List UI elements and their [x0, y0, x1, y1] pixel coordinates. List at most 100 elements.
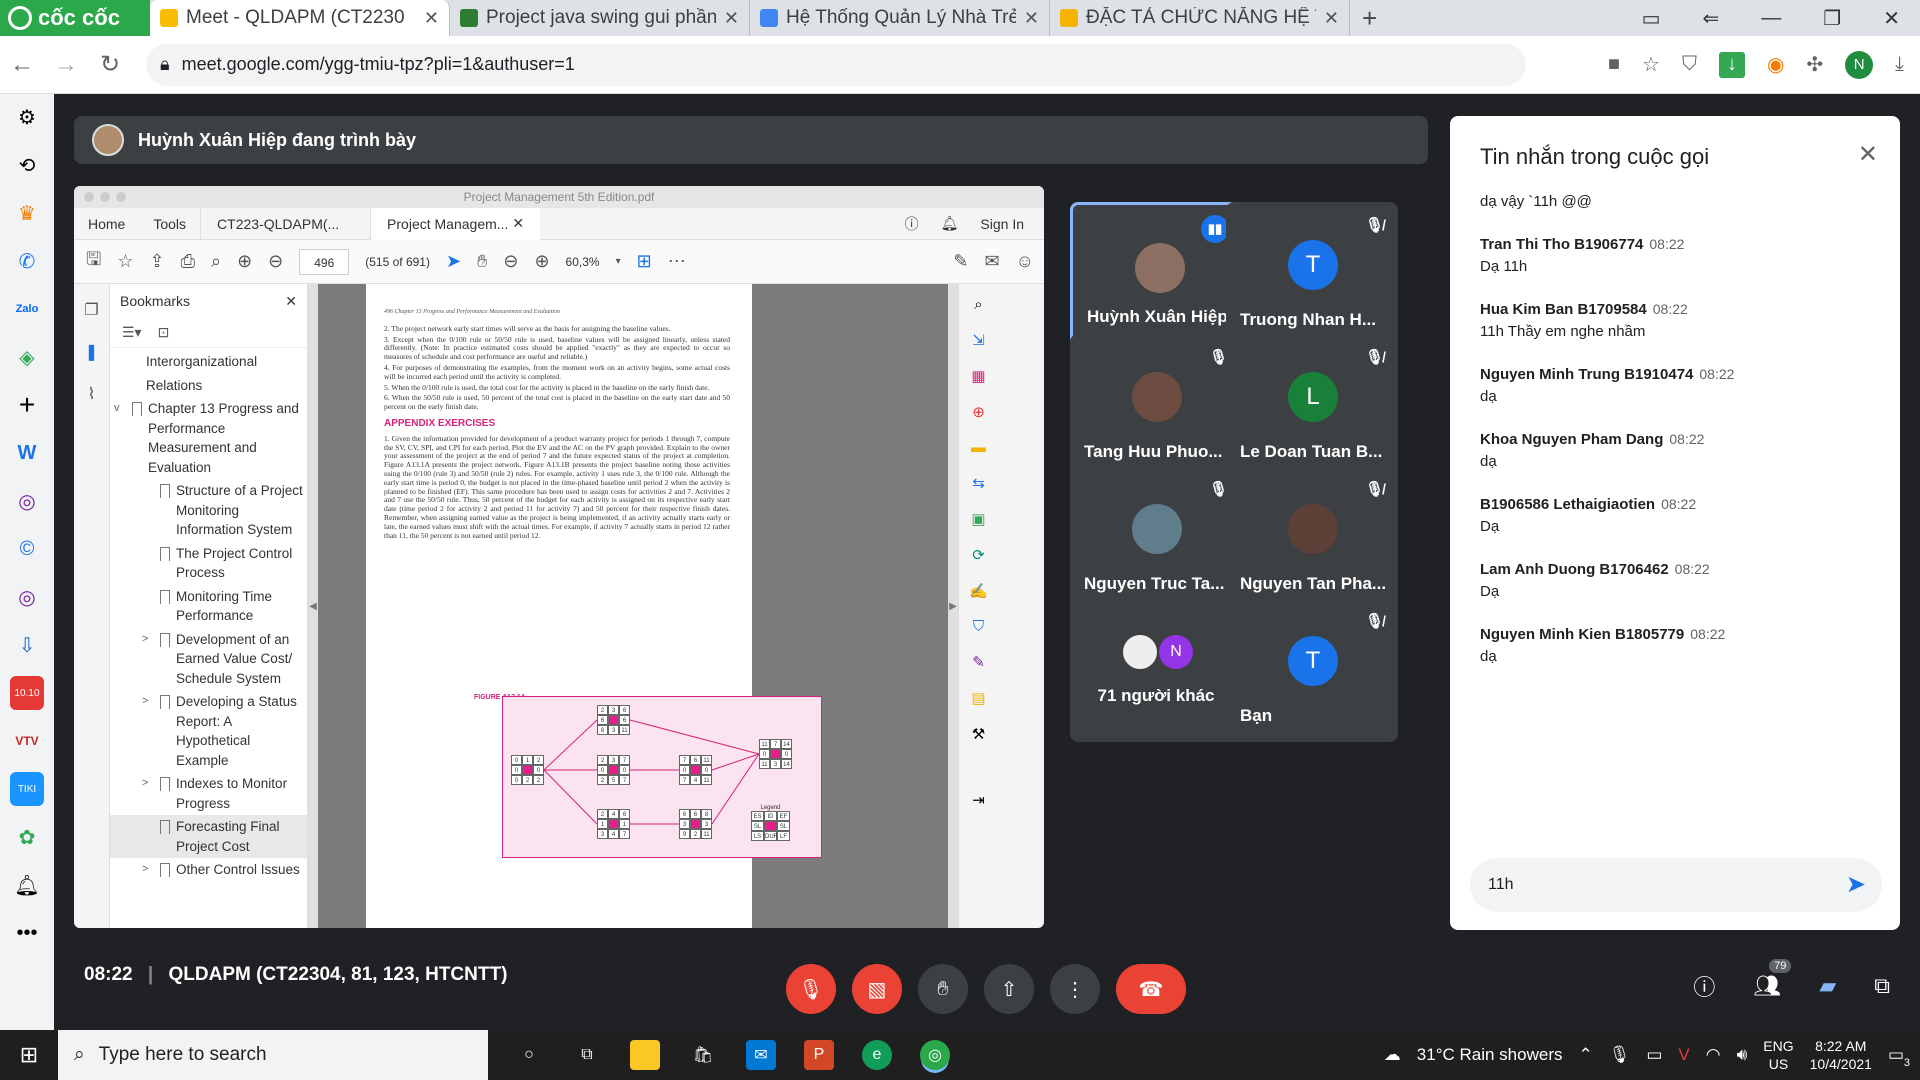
- back-icon-small[interactable]: ⇐: [1703, 6, 1720, 31]
- coccoc-extension-icon[interactable]: ◉: [1767, 52, 1784, 77]
- bookmark-item[interactable]: v Chapter 13 Progress and Performance Mea…: [110, 397, 307, 479]
- more-options-button[interactable]: ⋮: [1050, 964, 1100, 1014]
- add-bookmark-icon[interactable]: ⊡: [158, 324, 170, 341]
- export-pdf-icon[interactable]: ⇲: [972, 331, 985, 349]
- app-icon-purple-2[interactable]: ◎: [10, 580, 44, 614]
- right-splitter[interactable]: ▶: [948, 284, 958, 928]
- coccoc-menu-button[interactable]: cốc cốc: [0, 0, 150, 36]
- bookmark-item[interactable]: Monitoring Time Performance: [110, 585, 307, 628]
- participant-tile[interactable]: ▮▮ Huỳnh Xuân Hiệp: [1070, 202, 1242, 346]
- account-icon[interactable]: ☺: [1016, 251, 1044, 272]
- zoom-search-icon[interactable]: ⌕: [211, 251, 221, 272]
- bookmark-options-icon[interactable]: ☰▾: [122, 324, 142, 341]
- crown-icon[interactable]: ♛: [10, 196, 44, 230]
- system-clock[interactable]: 8:22 AM 10/4/2021: [1810, 1037, 1872, 1073]
- bookmark-item[interactable]: > Development of an Earned Value Cost/ Sc…: [110, 628, 307, 691]
- combine-icon[interactable]: ⇆: [972, 474, 985, 492]
- more-icon[interactable]: •••: [10, 916, 44, 950]
- zoom-out-icon[interactable]: ⊖: [503, 251, 518, 272]
- browser-tab-0[interactable]: Meet - QLDAPM (CT2230 ✕: [150, 0, 450, 36]
- bookmark-expand-icon[interactable]: [128, 352, 140, 372]
- leave-call-button[interactable]: ☎︎: [1116, 964, 1186, 1014]
- browser-tab-2[interactable]: Hệ Thống Quản Lý Nhà Trẻ (I ✕: [750, 0, 1050, 36]
- bookmarks-panel-icon[interactable]: ❚: [85, 342, 98, 362]
- mail-icon[interactable]: ✉: [746, 1040, 776, 1070]
- comment-icon[interactable]: ▬: [971, 439, 986, 456]
- tray-chevron-icon[interactable]: ⌃: [1578, 1045, 1592, 1065]
- browser-tab-3[interactable]: ĐẶC TẢ CHỨC NĂNG HỆ THỐ ✕: [1050, 0, 1350, 36]
- bookmark-item[interactable]: > Other Control Issues: [110, 858, 307, 882]
- weather-icon[interactable]: ☁: [1384, 1045, 1401, 1065]
- participant-tile[interactable]: 🎙︎̸ Tang Huu Phuo...: [1070, 334, 1242, 478]
- notification-center-icon[interactable]: ▭ 3: [1888, 1045, 1910, 1069]
- battery-icon[interactable]: ▭: [1646, 1045, 1662, 1065]
- bookmark-expand-icon[interactable]: >: [142, 630, 154, 689]
- raise-hand-button[interactable]: ✋︎: [918, 964, 968, 1014]
- page-number-input[interactable]: 496: [299, 248, 350, 275]
- downloads-tray-icon[interactable]: ⤓: [1895, 53, 1904, 76]
- help-icon[interactable]: ⓘ: [905, 214, 919, 234]
- bookmark-expand-icon[interactable]: [128, 376, 140, 396]
- coccoc-taskbar-icon[interactable]: ◎: [920, 1040, 950, 1070]
- tray-app-icon[interactable]: V: [1678, 1045, 1689, 1065]
- vtv-icon[interactable]: VTV: [10, 724, 44, 758]
- bookmark-item[interactable]: > Indexes to Monitor Progress: [110, 772, 307, 815]
- history-icon[interactable]: ⟲: [10, 148, 44, 182]
- next-page-icon[interactable]: ⊖: [268, 251, 283, 272]
- reload-button[interactable]: ↻: [88, 50, 132, 79]
- fill-sign-icon[interactable]: ✍: [969, 582, 988, 600]
- profile-avatar[interactable]: N: [1845, 50, 1874, 79]
- participant-tile[interactable]: N 71 người khác: [1070, 598, 1242, 742]
- bookmark-expand-icon[interactable]: [142, 817, 154, 856]
- weather-text[interactable]: 31°C Rain showers: [1417, 1045, 1563, 1065]
- search-tool-icon[interactable]: ⌕: [974, 296, 982, 313]
- bookmark-item[interactable]: Structure of a Project Monitoring Inform…: [110, 479, 307, 542]
- messenger-icon[interactable]: ✆: [10, 244, 44, 278]
- notifications-bell-icon[interactable]: 🔔︎: [10, 868, 44, 902]
- task-view-icon[interactable]: ⧉: [572, 1040, 602, 1070]
- cortana-icon[interactable]: ○: [514, 1040, 544, 1070]
- fit-page-icon[interactable]: ⊞: [637, 251, 652, 272]
- zalo-icon[interactable]: Zalo: [10, 292, 44, 326]
- zoom-dropdown-icon[interactable]: ▾: [616, 256, 621, 267]
- bookmark-expand-icon[interactable]: >: [142, 692, 154, 770]
- more-tools-icon[interactable]: ⋯: [668, 251, 686, 272]
- compress-icon[interactable]: ▣: [971, 510, 985, 528]
- mic-off-button[interactable]: 🎙︎: [786, 964, 836, 1014]
- scan-icon[interactable]: ▤: [971, 689, 985, 707]
- tab-close-icon[interactable]: ✕: [424, 8, 439, 29]
- browser-tab-1[interactable]: Project java swing gui phần n ✕: [450, 0, 750, 36]
- pdf-doc-tab-1[interactable]: CT223-QLDAPM(...: [200, 207, 370, 240]
- tiki-icon[interactable]: TIKI: [10, 772, 44, 806]
- add-icon[interactable]: +: [10, 388, 44, 422]
- app-icon-purple-1[interactable]: ◎: [10, 484, 44, 518]
- close-chat-icon[interactable]: ✕: [1858, 140, 1878, 169]
- shield-icon[interactable]: ⛉: [1682, 53, 1697, 76]
- bookmark-item[interactable]: Relations: [110, 374, 307, 398]
- game-icon[interactable]: ◈: [10, 340, 44, 374]
- participant-tile[interactable]: T 🎙︎̸ Truong Nhan H...: [1226, 202, 1398, 346]
- security-icon[interactable]: ⛉: [973, 618, 984, 635]
- sign-icon[interactable]: ✎: [953, 251, 968, 272]
- protect-icon[interactable]: ⟳: [972, 546, 985, 564]
- sign-in-link[interactable]: Sign In: [980, 216, 1024, 232]
- pdf-home-tab[interactable]: Home: [74, 216, 139, 232]
- chat-icon[interactable]: ▰: [1819, 973, 1836, 999]
- settings-gear-icon[interactable]: ⚙: [10, 100, 44, 134]
- volume-icon[interactable]: 🔊︎: [1737, 1045, 1748, 1065]
- screen-capture-icon[interactable]: ▭: [1642, 6, 1661, 31]
- tab-close-icon[interactable]: ✕: [1324, 8, 1339, 29]
- bookmark-expand-icon[interactable]: [142, 544, 154, 583]
- bookmark-star-icon[interactable]: ☆: [1642, 52, 1660, 77]
- bookmark-expand-icon[interactable]: [142, 587, 154, 626]
- minimize-button[interactable]: —: [1761, 7, 1781, 30]
- pdf-doc-tab-2[interactable]: Project Managem... ✕: [370, 207, 541, 240]
- present-button[interactable]: ⇧: [984, 964, 1034, 1014]
- hand-tool-icon[interactable]: ✋︎: [477, 251, 487, 272]
- star-icon[interactable]: ☆: [117, 251, 133, 272]
- activities-icon[interactable]: ⧉: [1874, 973, 1890, 999]
- email-icon[interactable]: ✉: [985, 251, 1000, 272]
- powerpoint-icon[interactable]: P: [804, 1040, 834, 1070]
- bookmark-item[interactable]: > Developing a Status Report: A Hypotheti…: [110, 690, 307, 772]
- extensions-icon[interactable]: ✣: [1806, 52, 1823, 77]
